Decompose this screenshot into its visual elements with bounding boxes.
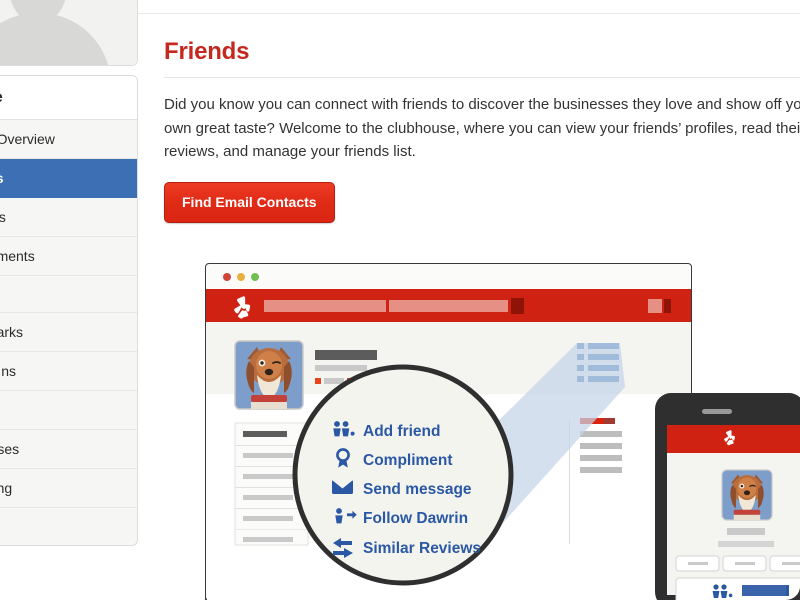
browser-dot-red	[223, 273, 231, 281]
sidebar-item-spacer	[0, 508, 137, 545]
phone-name-bar	[727, 528, 765, 535]
sidebar-item-lists[interactable]: Lists	[0, 391, 137, 430]
sidebar-item-following[interactable]: Following	[0, 469, 137, 508]
profile-sub-bar	[315, 365, 367, 371]
magnifier-menu-label-2: Send message	[363, 481, 472, 498]
browser-search-field-2	[389, 300, 508, 312]
browser-nav-item-2	[664, 299, 671, 313]
sidebar-item-check-ins[interactable]: Check-Ins	[0, 352, 137, 391]
phone-speaker	[702, 409, 732, 414]
magnifier-menu-label-4: Similar Reviews	[363, 540, 481, 557]
phone-sub-bar	[718, 541, 774, 547]
sidebar-item-spacer	[0, 276, 137, 313]
dog-avatar-icon	[234, 340, 304, 410]
sidebar-item-profile-overview[interactable]: Profile Overview	[0, 120, 137, 159]
profile-nav-card: Profile Profile OverviewFriendsReviewsCo…	[0, 75, 138, 546]
page-title: Friends	[164, 38, 250, 65]
browser-search-button	[511, 298, 524, 314]
sidebar-item-purchases[interactable]: Purchases	[0, 430, 137, 469]
magnifier-lens: Add friend Compliment Send message Follo…	[292, 364, 514, 586]
profile-meta-bar	[324, 378, 344, 384]
find-email-contacts-button[interactable]: Find Email Contacts	[164, 181, 335, 223]
friends-illustration: Add friend Compliment Send message Follo…	[205, 263, 800, 600]
profile-sidebar: Profile Profile OverviewFriendsReviewsCo…	[0, 0, 138, 546]
profile-nav-title: Profile	[0, 76, 137, 120]
phone-button-row	[675, 555, 800, 572]
browser-dot-yellow	[237, 273, 245, 281]
top-content-strip	[138, 0, 800, 14]
sidebar-item-friends[interactable]: Friends	[0, 159, 137, 198]
title-divider	[164, 77, 800, 78]
magnifier-menu-label-1: Compliment	[363, 452, 453, 469]
main-content: Friends Did you know you can connect wit…	[164, 38, 800, 223]
profile-name-bar	[315, 350, 377, 360]
phone-add-friend-button	[675, 577, 800, 600]
profile-nav-list: Profile OverviewFriendsReviewsCompliment…	[0, 120, 137, 545]
profile-star-1	[315, 378, 321, 384]
magnifier-menu-label-0: Add friend	[363, 423, 441, 440]
intro-paragraph: Did you know you can connect with friend…	[164, 96, 800, 160]
magnifier-menu-label-3: Follow Dawrin	[363, 510, 468, 527]
sidebar-item-compliments[interactable]: Compliments	[0, 237, 137, 276]
browser-nav-item-1	[648, 299, 662, 313]
sidebar-item-bookmarks[interactable]: Bookmarks	[0, 313, 137, 352]
avatar-card	[0, 0, 138, 66]
envelope-icon	[332, 480, 353, 494]
dog-avatar-icon	[721, 469, 773, 521]
browser-dot-green	[251, 273, 259, 281]
page-root: Profile Profile OverviewFriendsReviewsCo…	[0, 0, 800, 600]
browser-search-field-1	[264, 300, 386, 312]
sidebar-item-reviews[interactable]: Reviews	[0, 198, 137, 237]
phone-mockup	[655, 393, 800, 600]
